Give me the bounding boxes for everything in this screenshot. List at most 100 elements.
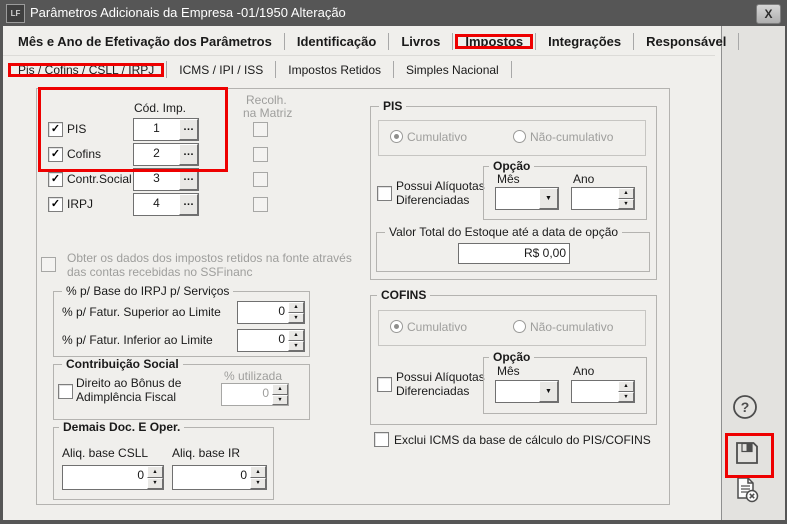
tab-pis-cofins-csll-irpj[interactable]: Pis / Cofins / CSLL / IRPJ bbox=[6, 62, 166, 77]
dropdown-arrow-icon[interactable]: ▼ bbox=[539, 381, 558, 402]
app-icon: LF bbox=[6, 4, 25, 23]
spin-up-icon[interactable]: ▲ bbox=[618, 381, 634, 392]
cofins-cumulativo-radio bbox=[390, 320, 403, 333]
cofins-ano-label: Ano bbox=[573, 364, 595, 378]
contr-social-code-lookup-button[interactable]: … bbox=[179, 169, 198, 190]
fatur-superior-label: % p/ Fatur. Superior ao Limite bbox=[62, 305, 221, 319]
obter-dados-label-line2: das contas recebidas no SSFinanc bbox=[67, 265, 253, 279]
irpj-code-field[interactable]: 4 … bbox=[133, 193, 199, 216]
aliq-base-csll-spinner[interactable]: 0 ▲ ▼ bbox=[62, 465, 164, 490]
fatur-superior-spinner[interactable]: 0 ▲ ▼ bbox=[237, 301, 305, 324]
cofins-nao-cumulativo-radio bbox=[513, 320, 526, 333]
obter-dados-checkbox bbox=[41, 257, 56, 272]
aliq-base-ir-label: Aliq. base IR bbox=[172, 446, 241, 460]
bonus-label-line1: Direito ao Bônus de bbox=[76, 376, 182, 390]
tab-simples-nacional[interactable]: Simples Nacional bbox=[394, 63, 511, 77]
cofins-code-value: 2 bbox=[153, 146, 160, 160]
cofins-aliquotas-label-line1: Possui Alíquotas bbox=[396, 370, 485, 384]
tab-responsavel[interactable]: Responsável bbox=[634, 34, 738, 49]
cofins-mes-combobox[interactable]: ▼ bbox=[495, 380, 559, 403]
cancel-button[interactable] bbox=[730, 474, 762, 506]
contribuicao-social-group-title: Contribuição Social bbox=[62, 357, 183, 371]
pis-ano-label: Ano bbox=[573, 172, 595, 186]
cofins-group-title: COFINS bbox=[377, 288, 431, 302]
cofins-recolh-checkbox bbox=[253, 147, 268, 162]
tab-impostos-retidos[interactable]: Impostos Retidos bbox=[276, 63, 393, 77]
pis-group-title: PIS bbox=[379, 99, 407, 113]
fatur-inferior-value: 0 bbox=[278, 332, 285, 346]
fatur-inferior-spinner[interactable]: 0 ▲ ▼ bbox=[237, 329, 305, 352]
spin-down-icon[interactable]: ▼ bbox=[288, 312, 304, 323]
exclui-icms-checkbox[interactable] bbox=[374, 432, 389, 447]
pis-ano-spinner[interactable]: ▲ ▼ bbox=[571, 187, 635, 210]
tab-impostos-label: Impostos bbox=[465, 34, 524, 49]
dialog-window: LF Parâmetros Adicionais da Empresa -01/… bbox=[0, 0, 787, 524]
pis-checkbox[interactable]: ✓ bbox=[48, 122, 63, 137]
aliq-base-csll-value: 0 bbox=[137, 468, 144, 482]
pis-code-value: 1 bbox=[153, 121, 160, 135]
bonus-adimplencia-checkbox[interactable] bbox=[58, 384, 73, 399]
spin-up-icon[interactable]: ▲ bbox=[618, 188, 634, 199]
tab-integracoes[interactable]: Integrações bbox=[536, 34, 633, 49]
close-button[interactable]: X bbox=[756, 4, 781, 24]
irpj-checkbox[interactable]: ✓ bbox=[48, 197, 63, 212]
tab-icms-ipi-iss[interactable]: ICMS / IPI / ISS bbox=[167, 63, 275, 77]
dropdown-arrow-icon[interactable]: ▼ bbox=[539, 188, 558, 209]
pis-label: PIS bbox=[67, 122, 87, 136]
spin-down-icon[interactable]: ▼ bbox=[618, 391, 634, 402]
spin-down-icon[interactable]: ▼ bbox=[250, 477, 266, 489]
cofins-checkbox[interactable]: ✓ bbox=[48, 147, 63, 162]
pis-mes-combobox[interactable]: ▼ bbox=[495, 187, 559, 210]
cofins-ano-value bbox=[572, 381, 618, 402]
spin-up-icon[interactable]: ▲ bbox=[250, 466, 266, 478]
svg-text:?: ? bbox=[741, 399, 750, 415]
tab-livros[interactable]: Livros bbox=[389, 34, 452, 49]
spin-down-icon[interactable]: ▼ bbox=[618, 198, 634, 209]
percent-utilizada-value: 0 bbox=[262, 386, 269, 400]
cofins-mes-label: Mês bbox=[497, 364, 520, 378]
pis-aliquotas-checkbox[interactable] bbox=[377, 186, 392, 201]
cofins-aliquotas-checkbox[interactable] bbox=[377, 377, 392, 392]
spin-down-icon[interactable]: ▼ bbox=[288, 340, 304, 351]
pis-cumulativo-radio bbox=[390, 130, 403, 143]
help-button[interactable]: ? bbox=[730, 392, 760, 422]
aliq-base-ir-spinner[interactable]: 0 ▲ ▼ bbox=[172, 465, 267, 490]
pis-code-lookup-button[interactable]: … bbox=[179, 119, 198, 140]
cofins-code-lookup-button[interactable]: … bbox=[179, 144, 198, 165]
irpj-base-group-title: % p/ Base do IRPJ p/ Serviços bbox=[62, 284, 234, 298]
recolh-header-line1: Recolh. bbox=[246, 93, 287, 107]
cofins-mes-value bbox=[496, 381, 539, 402]
save-button[interactable] bbox=[733, 439, 761, 467]
aliq-base-csll-label: Aliq. base CSLL bbox=[62, 446, 149, 460]
spin-up-icon[interactable]: ▲ bbox=[288, 330, 304, 341]
cofins-label: Cofins bbox=[67, 147, 102, 161]
window-title: Parâmetros Adicionais da Empresa -01/195… bbox=[30, 5, 346, 20]
tab-identificacao[interactable]: Identificação bbox=[285, 34, 388, 49]
valor-estoque-field[interactable]: R$ 0,00 bbox=[458, 243, 570, 264]
pis-code-field[interactable]: 1 … bbox=[133, 118, 199, 141]
contr-social-code-value: 3 bbox=[153, 171, 160, 185]
cofins-code-field[interactable]: 2 … bbox=[133, 143, 199, 166]
tab-pis-cofins-label: Pis / Cofins / CSLL / IRPJ bbox=[18, 62, 155, 77]
irpj-code-value: 4 bbox=[153, 196, 160, 210]
contr-social-checkbox[interactable]: ✓ bbox=[48, 172, 63, 187]
contr-social-code-field[interactable]: 3 … bbox=[133, 168, 199, 191]
pis-nao-cumulativo-radio bbox=[513, 130, 526, 143]
irpj-code-lookup-button[interactable]: … bbox=[179, 194, 198, 215]
save-icon bbox=[736, 442, 758, 464]
spin-up-icon: ▲ bbox=[272, 384, 288, 395]
title-bar: LF Parâmetros Adicionais da Empresa -01/… bbox=[0, 0, 787, 26]
spin-down-icon[interactable]: ▼ bbox=[147, 477, 163, 489]
secondary-tab-bar: Pis / Cofins / CSLL / IRPJ ICMS / IPI / … bbox=[6, 56, 512, 83]
spin-up-icon[interactable]: ▲ bbox=[288, 302, 304, 313]
spin-up-icon[interactable]: ▲ bbox=[147, 466, 163, 478]
demais-doc-group-title: Demais Doc. E Oper. bbox=[59, 420, 185, 434]
tab-mes-ano-efetivacao[interactable]: Mês e Ano de Efetivação dos Parâmetros bbox=[6, 34, 284, 49]
tab-impostos[interactable]: Impostos bbox=[453, 34, 535, 49]
pis-cumulativo-label: Cumulativo bbox=[407, 130, 468, 144]
aliq-base-ir-value: 0 bbox=[240, 468, 247, 482]
tab-separator bbox=[510, 61, 512, 78]
cofins-ano-spinner[interactable]: ▲ ▼ bbox=[571, 380, 635, 403]
check-icon: ✓ bbox=[50, 148, 61, 160]
primary-tab-bar: Mês e Ano de Efetivação dos Parâmetros I… bbox=[6, 28, 740, 55]
